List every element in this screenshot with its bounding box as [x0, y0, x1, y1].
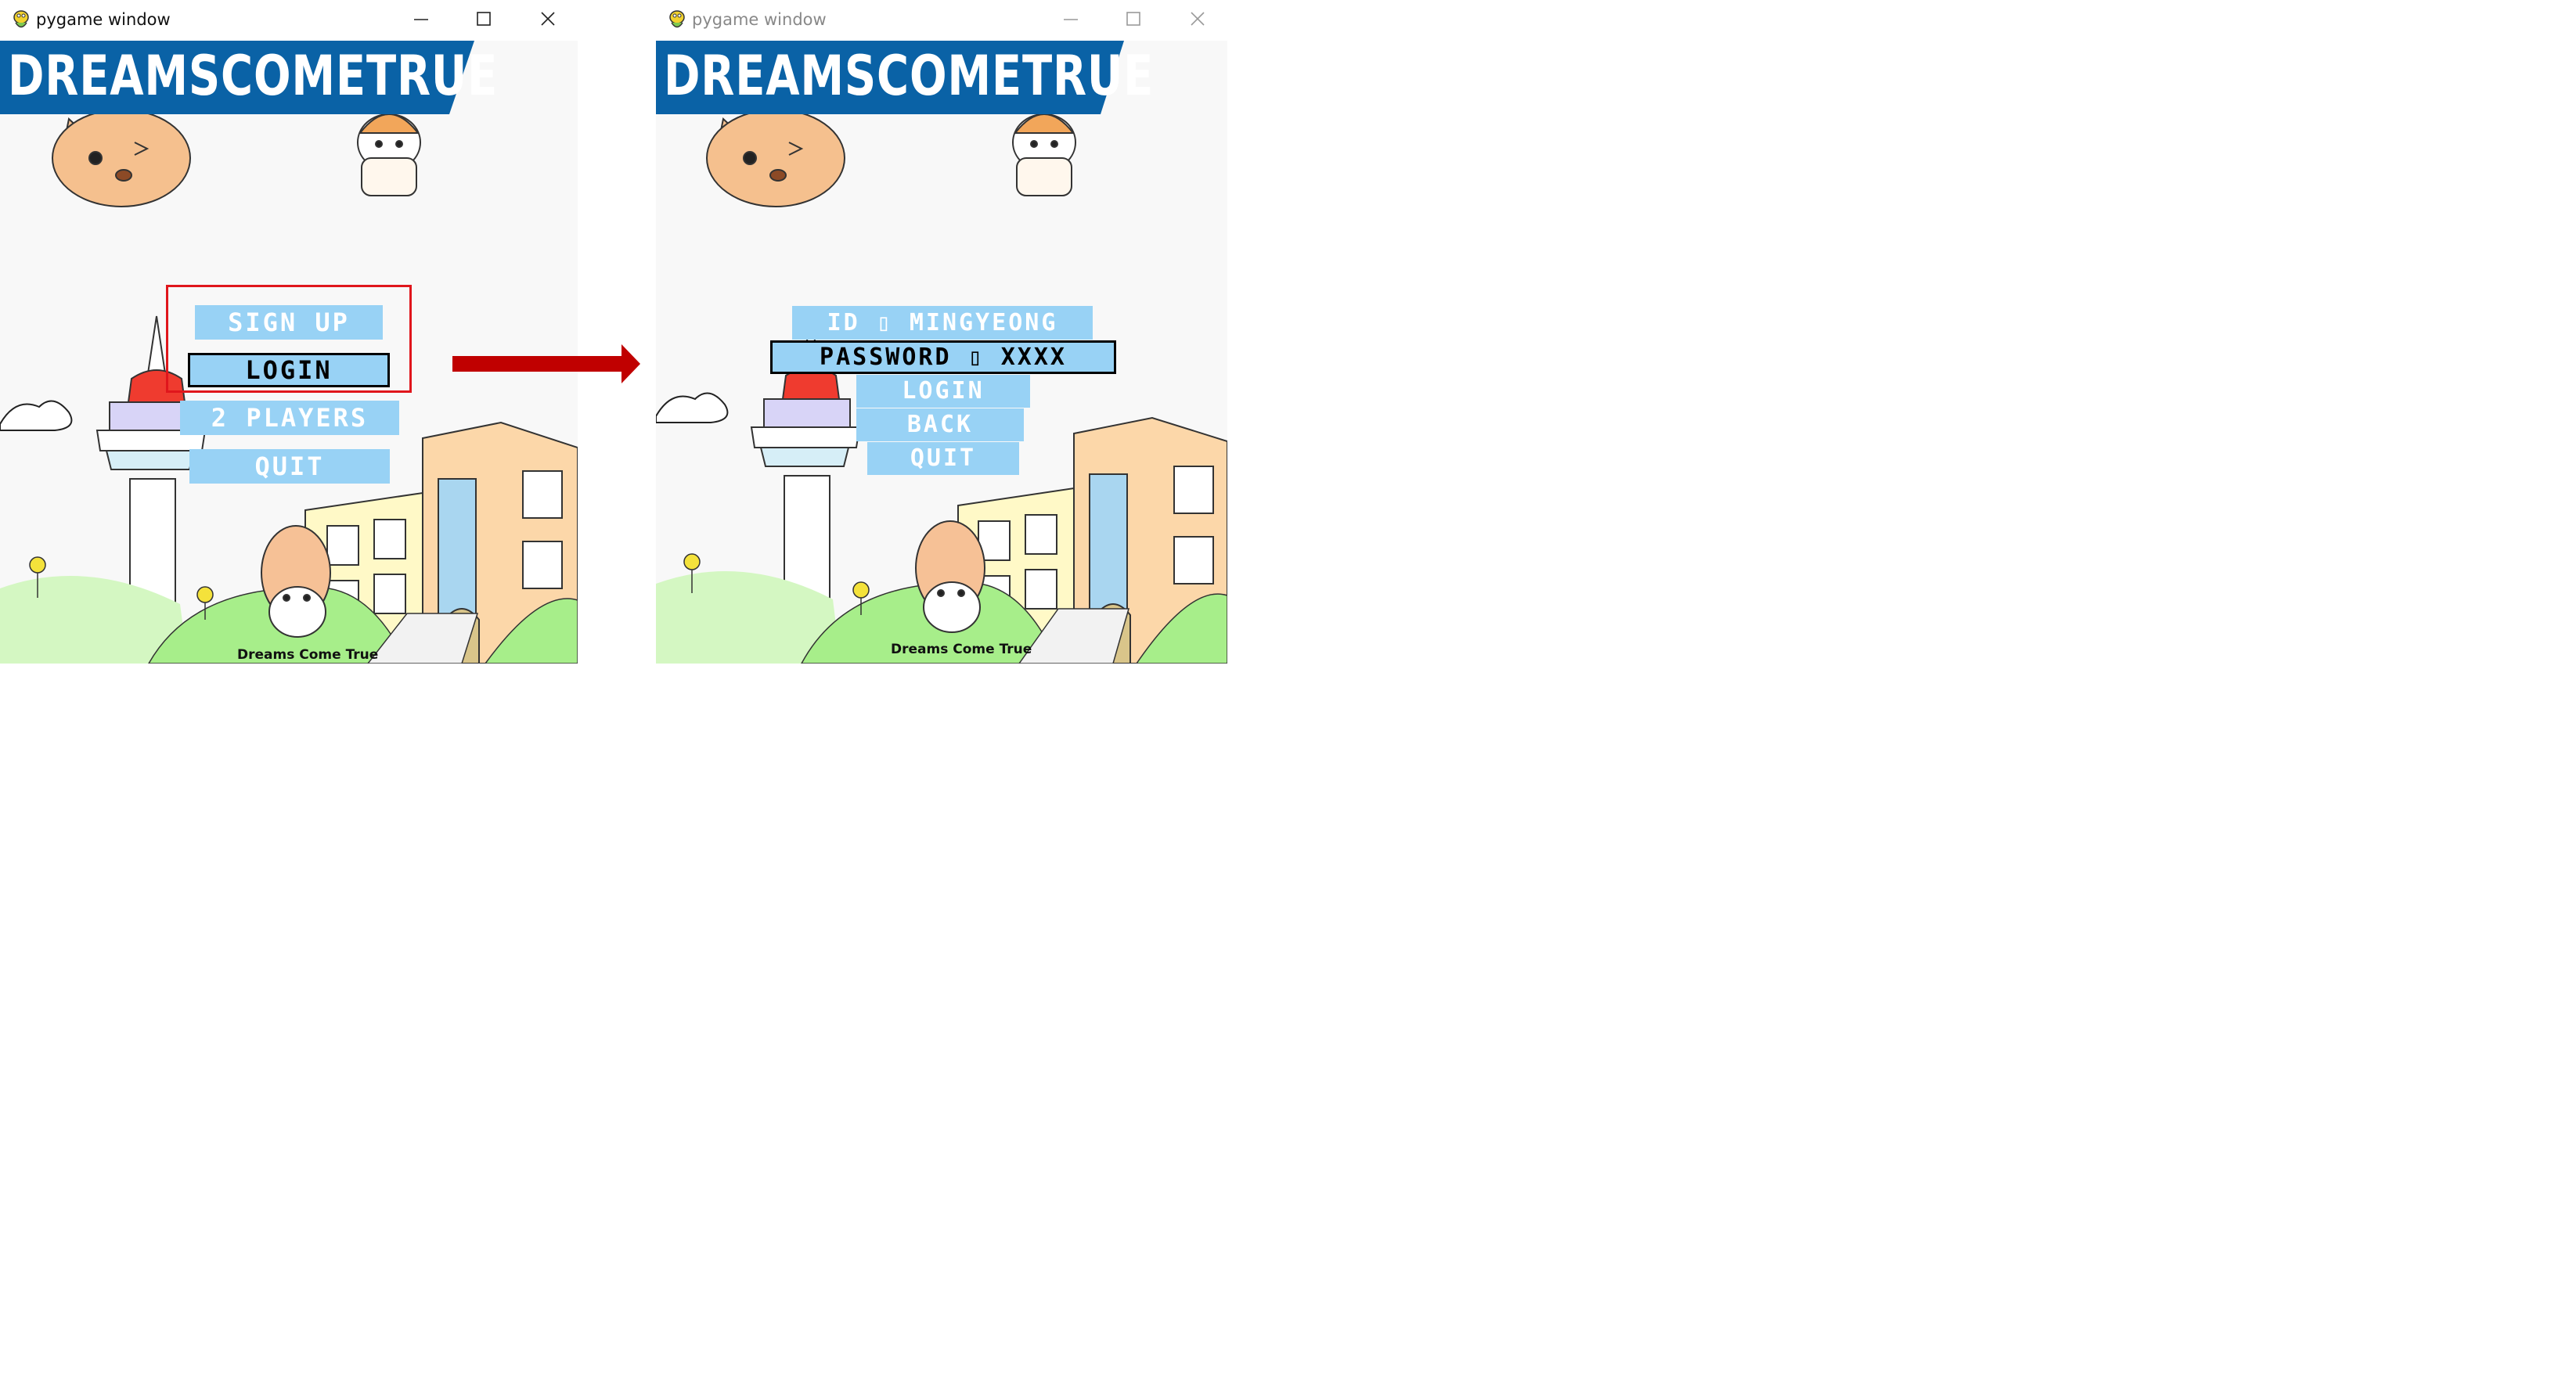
- quit-button[interactable]: QUIT: [189, 449, 390, 484]
- maximize-icon[interactable]: [1118, 6, 1149, 33]
- kitten-illustration: [357, 113, 421, 196]
- two-players-button[interactable]: 2 PLAYERS: [180, 401, 399, 435]
- cat-head-illustration: [706, 109, 845, 207]
- game-scene: DREAMSCOMETRUE ID ▯ MINGYEONG PASSWORD ▯…: [656, 41, 1227, 664]
- maximize-icon[interactable]: [468, 6, 499, 33]
- pygame-snake-icon: [669, 10, 685, 28]
- minimize-icon[interactable]: [1055, 6, 1086, 33]
- pygame-window-left: pygame window DREAMSCOMETRUE SIGN UP LOG…: [0, 0, 578, 664]
- right-arrow-icon: [452, 344, 640, 383]
- game-title: DREAMSCOMETRUE: [664, 44, 1155, 108]
- id-field[interactable]: ID ▯ MINGYEONG: [792, 306, 1093, 340]
- cloud-icon: [0, 400, 73, 431]
- cat-head-illustration: [52, 109, 191, 207]
- title-bar: pygame window: [0, 0, 578, 41]
- password-field[interactable]: PASSWORD ▯ XXXX: [770, 340, 1116, 374]
- close-icon[interactable]: [532, 6, 564, 33]
- login-button[interactable]: LOGIN: [856, 375, 1030, 408]
- close-icon[interactable]: [1182, 6, 1213, 33]
- pygame-window-right: pygame window DREAMSCOMETRUE ID ▯ MINGYE…: [656, 0, 1227, 664]
- footer-caption: Dreams Come True: [891, 642, 1032, 657]
- minimize-icon[interactable]: [405, 6, 437, 33]
- cloud-icon: [656, 392, 729, 423]
- back-button[interactable]: BACK: [856, 408, 1024, 441]
- game-title: DREAMSCOMETRUE: [8, 44, 499, 108]
- tabby-cat-illustration: [261, 525, 331, 638]
- title-bar: pygame window: [656, 0, 1227, 41]
- pygame-snake-icon: [13, 10, 29, 28]
- login-highlight-box: [166, 285, 412, 393]
- window-title: pygame window: [36, 10, 171, 29]
- quit-button[interactable]: QUIT: [867, 442, 1019, 475]
- tabby-cat-illustration: [915, 520, 985, 633]
- footer-caption: Dreams Come True: [237, 647, 379, 663]
- kitten-illustration: [1012, 113, 1076, 196]
- window-title: pygame window: [692, 10, 827, 29]
